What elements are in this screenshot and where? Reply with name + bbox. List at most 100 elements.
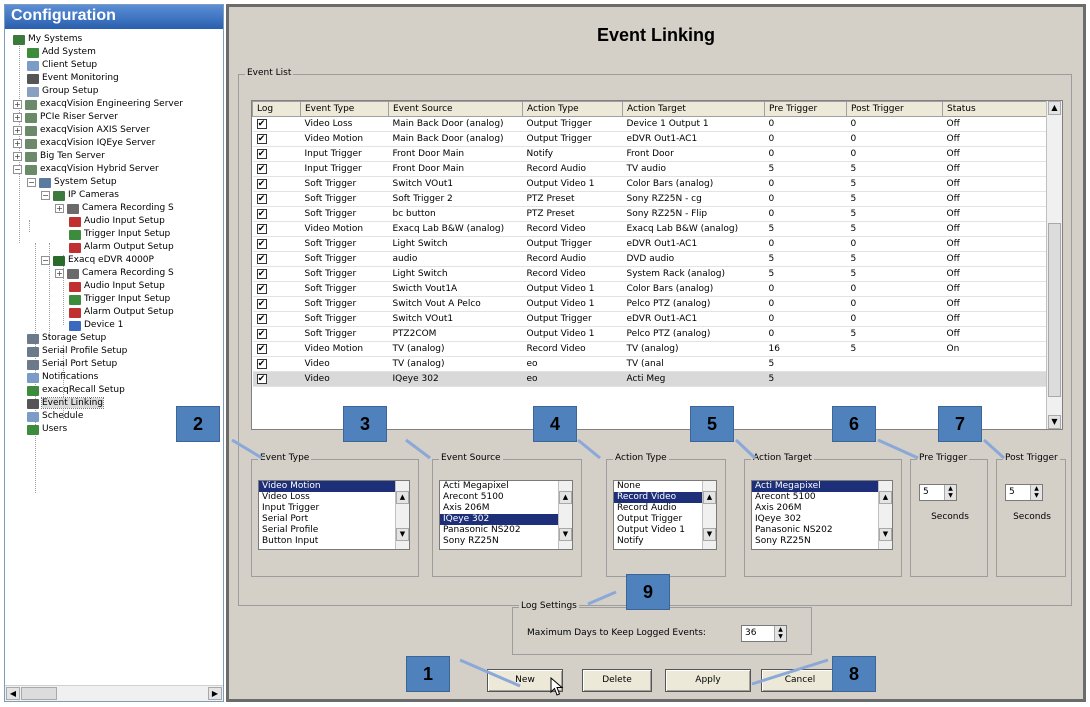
list-scrollbar[interactable]: ▲ ▼ — [395, 481, 409, 549]
apply-button[interactable]: Apply — [665, 669, 751, 692]
tree-item[interactable]: + exacqVision IQEye Server — [13, 137, 155, 150]
column-header-log[interactable]: Log — [252, 101, 301, 117]
action-type-list[interactable]: None Record Video Record Audio Output Trigg… — [613, 480, 717, 550]
tree-item[interactable]: + Camera Recording S — [55, 202, 174, 215]
table-row[interactable]: ✔ Soft Trigger PTZ2COM Output Video 1 Pelco … — [252, 326, 1049, 342]
scroll-left-icon[interactable]: ◀ — [6, 687, 20, 700]
list-option[interactable]: Input Trigger — [259, 503, 409, 514]
table-row[interactable]: ✔ Soft Trigger Light Switch Output Trigger e… — [252, 236, 1049, 252]
cell-log[interactable]: ✔ — [252, 236, 301, 252]
max-days-spinner[interactable]: 36 ▲ ▼ — [741, 625, 787, 642]
table-row[interactable]: ✔ Soft Trigger audio Record Audio DVD audio 5… — [252, 251, 1049, 267]
log-checkbox[interactable]: ✔ — [256, 359, 267, 369]
tree-item[interactable]: My Systems — [13, 33, 82, 46]
column-header-status[interactable]: Status — [942, 101, 1049, 117]
expand-icon[interactable]: + — [55, 204, 64, 213]
table-row[interactable]: ✔ Soft Trigger Switch Vout A Pelco Output V… — [252, 296, 1049, 312]
cell-log[interactable]: ✔ — [252, 326, 301, 342]
cell-log[interactable]: ✔ — [252, 146, 301, 162]
log-checkbox[interactable]: ✔ — [256, 179, 267, 189]
log-checkbox[interactable]: ✔ — [256, 254, 267, 264]
pre-trigger-value[interactable]: 5 — [923, 487, 929, 497]
event-type-list[interactable]: Video Motion Video Loss Input Trigger Seria… — [258, 480, 410, 550]
table-row[interactable]: ✔ Input Trigger Front Door Main Notify Front… — [252, 146, 1049, 162]
tree-item[interactable]: + Big Ten Server — [13, 150, 105, 163]
list-option[interactable]: Video Motion — [259, 481, 409, 492]
tree-item[interactable]: Add System — [27, 46, 96, 59]
tree-item[interactable]: Event Linking — [27, 397, 104, 410]
log-checkbox[interactable]: ✔ — [256, 224, 267, 234]
list-option[interactable]: Serial Profile — [259, 525, 409, 536]
cell-log[interactable]: ✔ — [252, 341, 301, 357]
cell-log[interactable]: ✔ — [252, 206, 301, 222]
list-option[interactable]: Axis 206M — [752, 503, 892, 514]
scroll-thumb[interactable] — [21, 687, 57, 700]
list-option[interactable]: Record Video — [614, 492, 716, 503]
tree-item[interactable]: Audio Input Setup — [69, 280, 165, 293]
scroll-thumb[interactable] — [1048, 223, 1061, 397]
log-checkbox[interactable]: ✔ — [256, 284, 267, 294]
tree-horizontal-scrollbar[interactable]: ◀ ▶ — [5, 685, 223, 701]
log-checkbox[interactable]: ✔ — [256, 269, 267, 279]
list-option[interactable]: Button Input — [259, 536, 409, 547]
cancel-button[interactable]: Cancel — [761, 669, 839, 692]
expand-icon[interactable]: + — [13, 139, 22, 148]
tree-item[interactable]: Schedule — [27, 410, 83, 423]
log-checkbox[interactable]: ✔ — [256, 164, 267, 174]
action-target-list[interactable]: Acti Megapixel Arecont 5100 Axis 206M IQeye… — [751, 480, 893, 550]
tree-item[interactable]: Alarm Output Setup — [69, 241, 174, 254]
list-option[interactable]: Panasonic NS202 — [752, 525, 892, 536]
tree-item[interactable]: − Exacq eDVR 4000P — [41, 254, 154, 267]
cell-log[interactable]: ✔ — [252, 161, 301, 177]
tree-item[interactable]: Serial Port Setup — [27, 358, 117, 371]
cell-log[interactable]: ✔ — [252, 221, 301, 237]
tree-item[interactable]: exacqRecall Setup — [27, 384, 125, 397]
cell-log[interactable]: ✔ — [252, 131, 301, 147]
list-scrollbar[interactable]: ▲ ▼ — [558, 481, 572, 549]
scroll-down-icon[interactable]: ▼ — [1048, 415, 1061, 429]
scroll-up-icon[interactable]: ▲ — [396, 491, 409, 504]
post-trigger-value[interactable]: 5 — [1009, 487, 1015, 497]
pre-trigger-spinner[interactable]: 5 ▲ ▼ — [919, 484, 957, 501]
tree-item[interactable]: Device 1 — [69, 319, 123, 332]
list-option[interactable]: Output Trigger — [614, 514, 716, 525]
cell-log[interactable]: ✔ — [252, 116, 301, 132]
log-checkbox[interactable]: ✔ — [256, 299, 267, 309]
list-scrollbar[interactable]: ▲ ▼ — [702, 481, 716, 549]
log-checkbox[interactable]: ✔ — [256, 209, 267, 219]
tree-item[interactable]: Trigger Input Setup — [69, 228, 170, 241]
collapse-icon[interactable]: − — [13, 165, 22, 174]
list-option[interactable]: Arecont 5100 — [440, 492, 572, 503]
cell-log[interactable]: ✔ — [252, 266, 301, 282]
cell-log[interactable]: ✔ — [252, 311, 301, 327]
table-row[interactable]: ✔ Video Motion TV (analog) Record Video TV (… — [252, 341, 1049, 357]
table-row[interactable]: ✔ Video Loss Main Back Door (analog) Output… — [252, 116, 1049, 132]
list-option[interactable]: Output Video 1 — [614, 525, 716, 536]
expand-icon[interactable]: + — [13, 126, 22, 135]
scroll-down-icon[interactable]: ▼ — [559, 528, 572, 541]
table-row[interactable]: ✔ Video Motion Main Back Door (analog) Outp… — [252, 131, 1049, 147]
tree-item[interactable]: − IP Cameras — [41, 189, 119, 202]
tree-item[interactable]: Audio Input Setup — [69, 215, 165, 228]
column-header-action-target[interactable]: Action Target — [622, 101, 765, 117]
tree-item[interactable]: Event Monitoring — [27, 72, 119, 85]
column-header-event-source[interactable]: Event Source — [388, 101, 523, 117]
event-source-list[interactable]: Acti Megapixel Arecont 5100 Axis 206M IQeye… — [439, 480, 573, 550]
tree-item[interactable]: + exacqVision Engineering Server — [13, 98, 183, 111]
tree-item[interactable]: − System Setup — [27, 176, 117, 189]
list-option[interactable]: Arecont 5100 — [752, 492, 892, 503]
tree-item[interactable]: + PCIe Riser Server — [13, 111, 118, 124]
tree-item[interactable]: Trigger Input Setup — [69, 293, 170, 306]
table-row[interactable]: ✔ Input Trigger Front Door Main Record Audi… — [252, 161, 1049, 177]
list-option[interactable]: Serial Port — [259, 514, 409, 525]
expand-icon[interactable]: + — [13, 100, 22, 109]
collapse-icon[interactable]: − — [27, 178, 36, 187]
list-option[interactable]: Video Loss — [259, 492, 409, 503]
list-option[interactable]: Sony RZ25N — [752, 536, 892, 547]
column-header-pre-trigger[interactable]: Pre Trigger — [764, 101, 847, 117]
tree-item[interactable]: − exacqVision Hybrid Server — [13, 163, 159, 176]
spinner-arrows-icon[interactable]: ▲ ▼ — [1030, 485, 1042, 500]
log-checkbox[interactable]: ✔ — [256, 149, 267, 159]
log-checkbox[interactable]: ✔ — [256, 134, 267, 144]
table-row[interactable]: ✔ Video Motion Exacq Lab B&W (analog) Recor… — [252, 221, 1049, 237]
